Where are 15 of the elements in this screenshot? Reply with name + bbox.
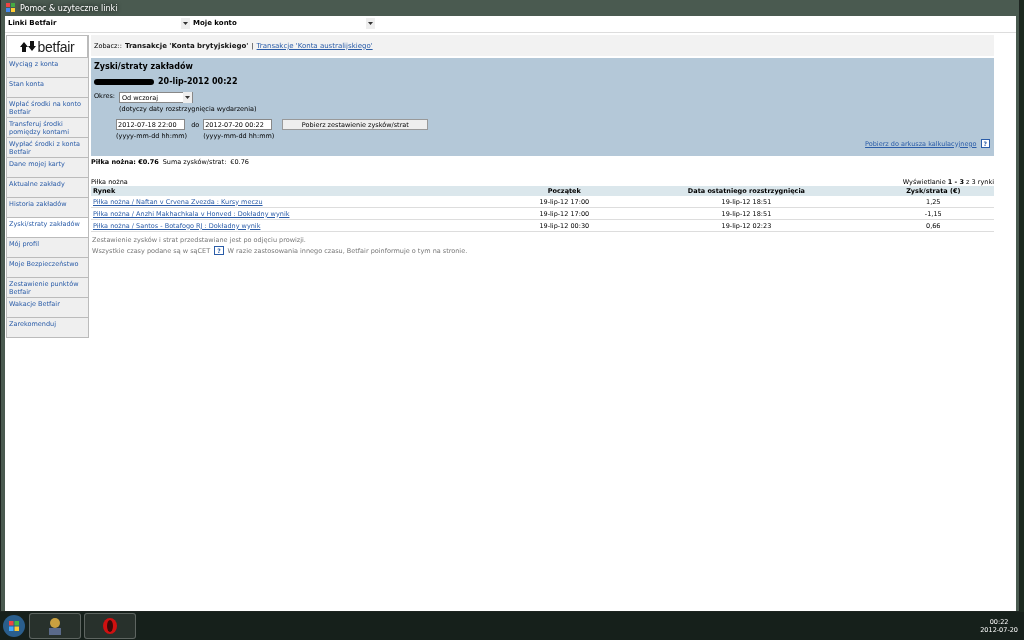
date-text: 20-lip-2012 00:22 — [158, 77, 238, 86]
caret-icon — [368, 21, 373, 25]
redaction-mark — [94, 78, 154, 85]
browser-icon — [102, 617, 118, 635]
taskbar-app[interactable] — [29, 613, 81, 639]
arrows-icon — [19, 41, 36, 52]
start-button[interactable] — [2, 614, 26, 638]
taskbar-app[interactable] — [84, 613, 136, 639]
window-title: Pomoc & uzyteczne linki — [20, 3, 118, 13]
figure-icon — [46, 617, 64, 635]
panel-title: Zyski/straty zakładów — [94, 62, 194, 71]
caret-icon — [185, 96, 190, 99]
logo: betfair — [6, 35, 88, 58]
app-icon — [6, 3, 16, 13]
caret-icon — [183, 21, 188, 25]
